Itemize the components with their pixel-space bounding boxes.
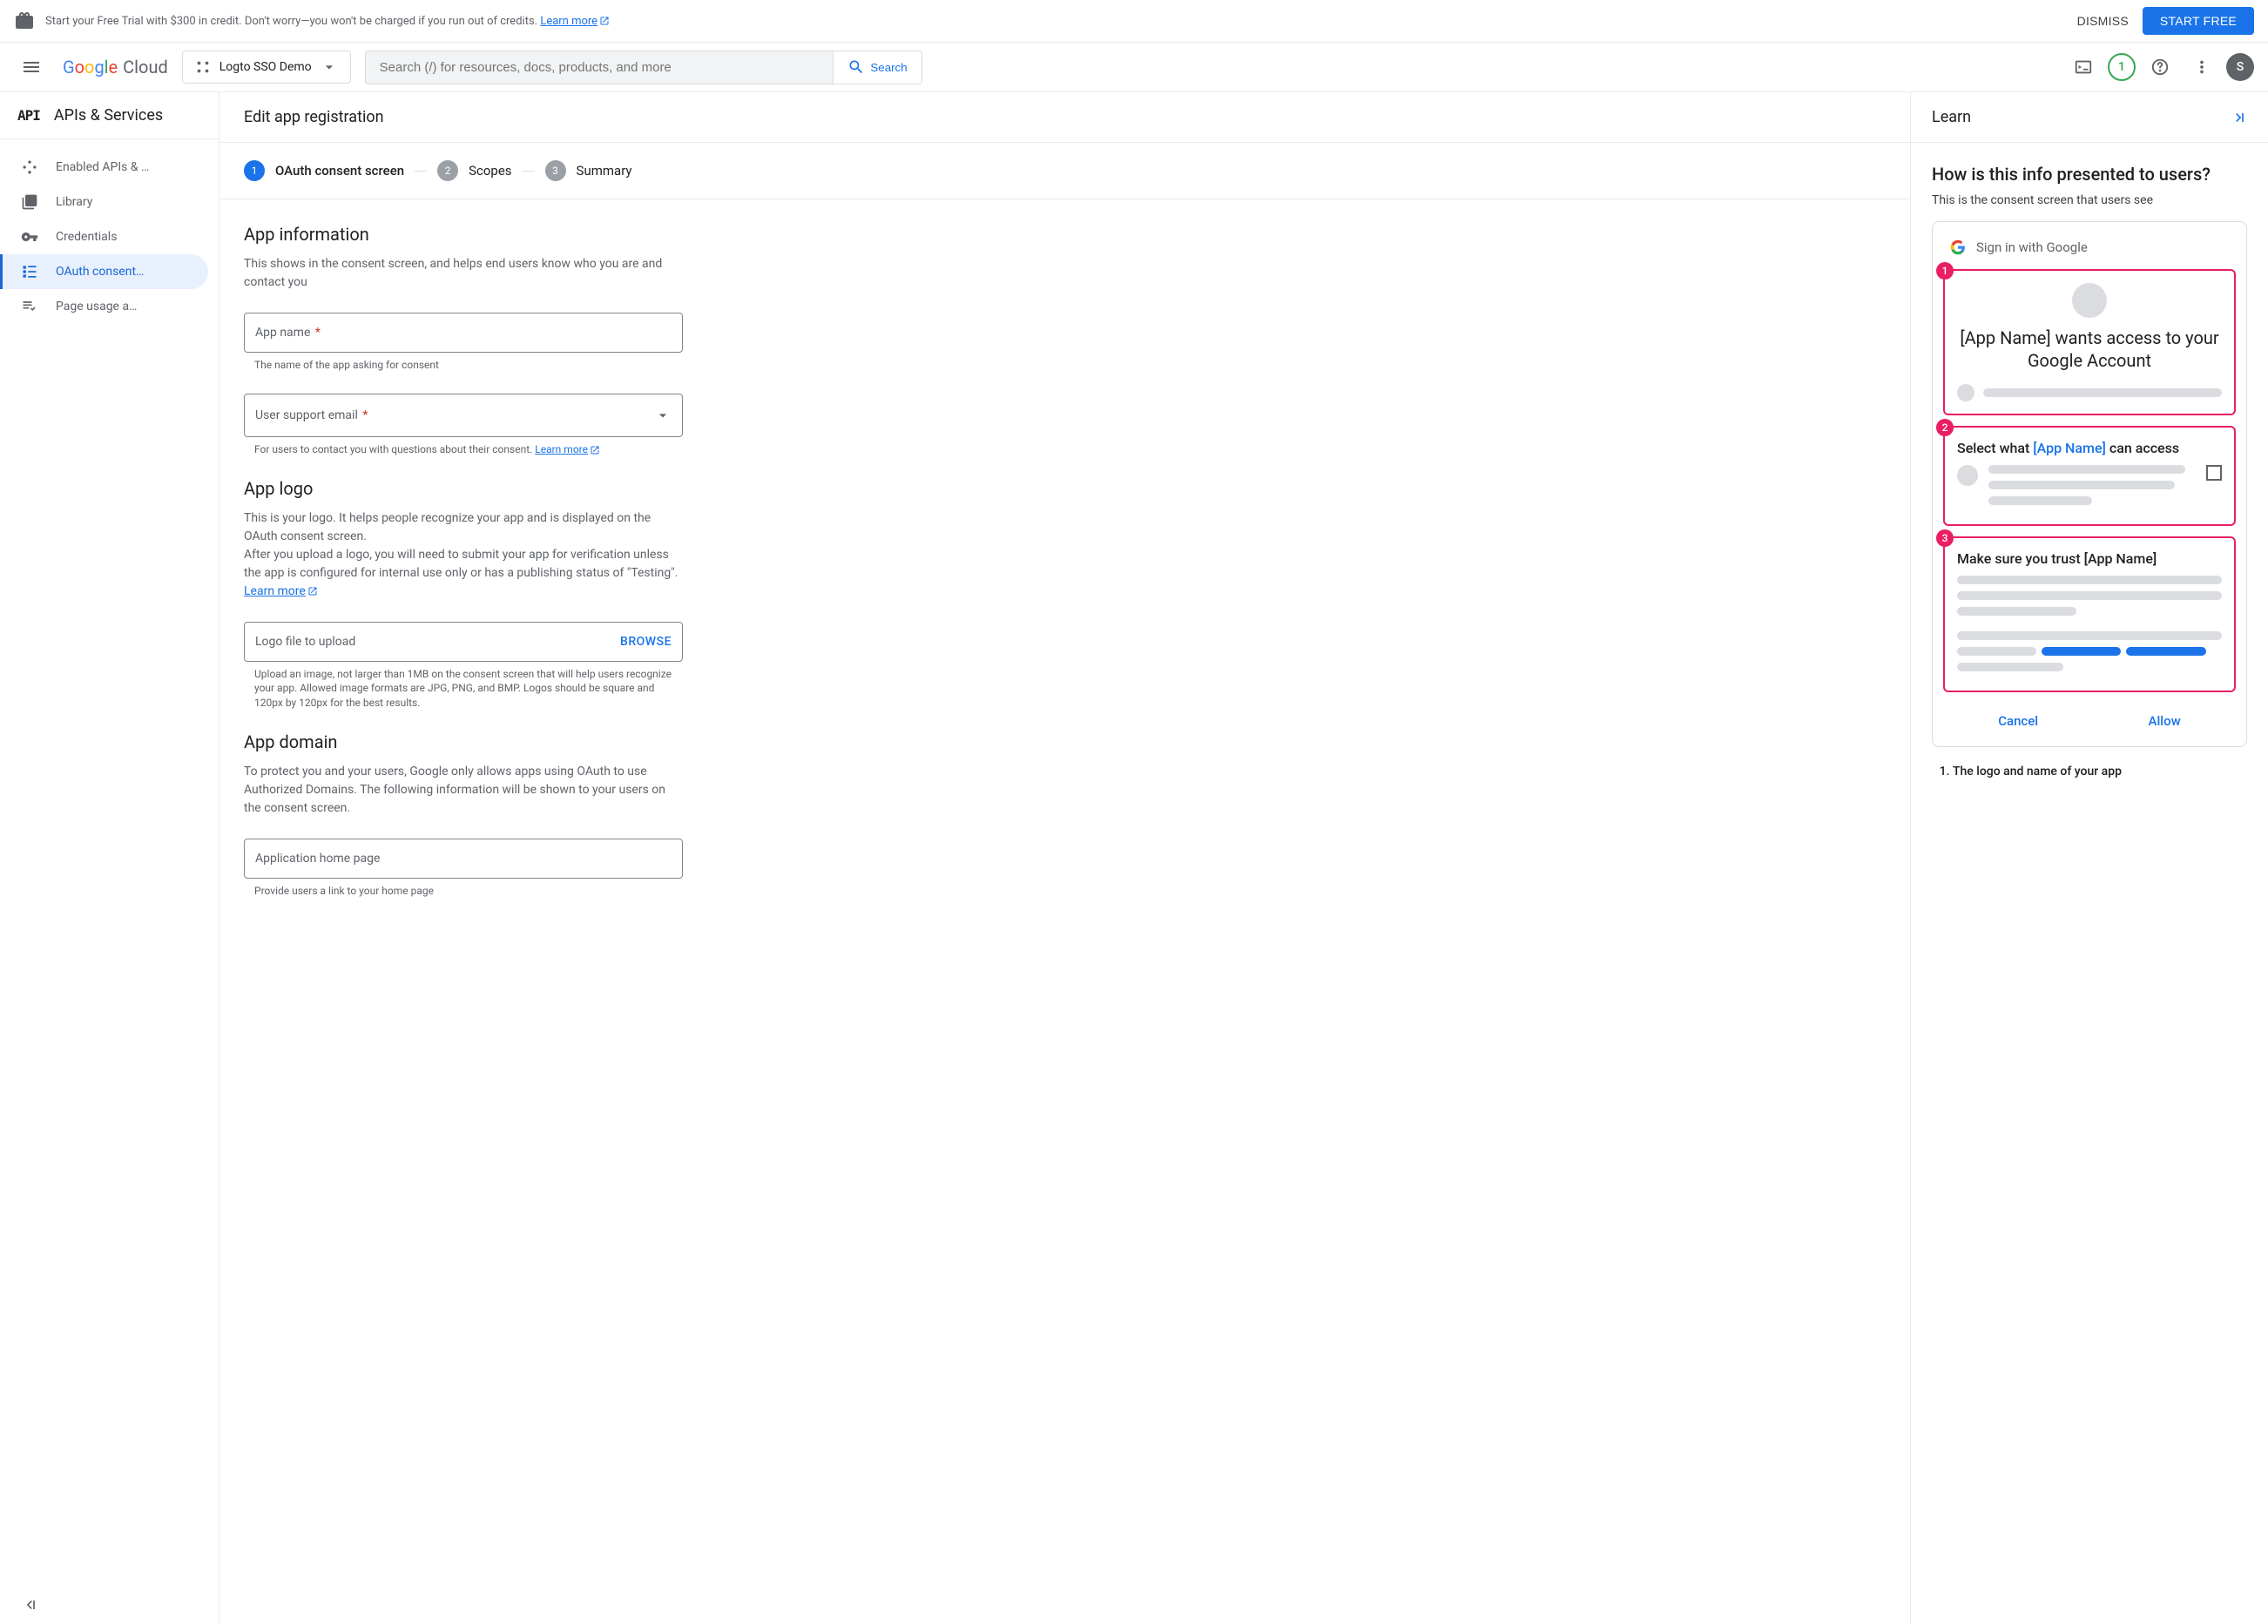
sidebar-collapse-button[interactable] (0, 1586, 219, 1624)
agreements-icon (21, 298, 38, 315)
homepage-helper: Provide users a link to your home page (244, 884, 683, 899)
browse-button[interactable]: BROWSE (620, 635, 672, 649)
logo-upload-input[interactable]: Logo file to upload BROWSE (244, 622, 683, 662)
step-summary[interactable]: 3 Summary (545, 160, 632, 181)
project-name: Logto SSO Demo (219, 60, 312, 74)
api-logo-icon: API (17, 107, 40, 124)
banner-text: Start your Free Trial with $300 in credi… (45, 15, 610, 28)
chevron-down-icon (654, 407, 672, 424)
avatar[interactable]: S (2226, 53, 2254, 81)
search-container: Search (365, 51, 922, 84)
library-icon (21, 193, 38, 211)
google-cloud-logo[interactable]: Google Cloud (63, 57, 168, 77)
hamburger-icon (21, 57, 42, 77)
app-logo-learn-more-link[interactable]: Learn more (244, 584, 318, 598)
app-info-title: App information (244, 224, 683, 245)
google-g-icon (1950, 239, 1966, 255)
terminal-icon (2074, 57, 2093, 77)
support-email-helper: For users to contact you with questions … (244, 442, 683, 457)
support-email-learn-more-link[interactable]: Learn more (535, 443, 600, 455)
preview-allow: Allow (2149, 713, 2181, 729)
learn-subtitle: This is the consent screen that users se… (1932, 193, 2247, 207)
dashboard-icon (21, 158, 38, 176)
sidebar-item-enabled-apis[interactable]: Enabled APIs & … (0, 150, 219, 185)
page-title: Edit app registration (219, 92, 1910, 143)
chevron-left-icon (21, 1596, 38, 1614)
consent-icon (21, 263, 38, 280)
app-name-helper: The name of the app asking for consent (244, 358, 683, 373)
support-email-select[interactable]: User support email * (244, 394, 683, 437)
search-icon (847, 58, 865, 76)
header-bar: Google Cloud Logto SSO Demo Search 1 S (0, 43, 2268, 92)
banner-learn-more-link[interactable]: Learn more (540, 15, 610, 28)
preview-card-2: 2 Select what [App Name] can access (1943, 426, 2236, 526)
trial-status-badge[interactable]: 1 (2108, 53, 2136, 81)
app-domain-title: App domain (244, 731, 683, 752)
more-vert-icon (2192, 57, 2211, 77)
sidebar-item-credentials[interactable]: Credentials (0, 219, 219, 254)
app-logo-title: App logo (244, 478, 683, 499)
gift-icon (14, 10, 35, 31)
help-button[interactable] (2143, 50, 2177, 84)
dismiss-button[interactable]: DISMISS (2077, 14, 2129, 28)
trial-banner: Start your Free Trial with $300 in credi… (0, 0, 2268, 43)
learn-list: The logo and name of your app (1932, 765, 2247, 778)
learn-collapse-button[interactable] (2230, 109, 2247, 126)
more-options-button[interactable] (2184, 50, 2219, 84)
cloud-shell-button[interactable] (2066, 50, 2101, 84)
sidebar-item-page-usage[interactable]: Page usage a… (0, 289, 219, 324)
app-domain-desc: To protect you and your users, Google on… (244, 763, 683, 818)
consent-preview: Sign in with Google 1 [App Name] wants a… (1932, 221, 2247, 747)
project-icon (195, 59, 211, 75)
sidebar: API APIs & Services Enabled APIs & … Lib… (0, 92, 219, 1624)
homepage-input[interactable]: Application home page (244, 839, 683, 879)
logo-upload-helper: Upload an image, not larger than 1MB on … (244, 667, 683, 711)
preview-card-3: 3 Make sure you trust [App Name] (1943, 536, 2236, 692)
preview-cancel: Cancel (1998, 713, 2038, 729)
sidebar-item-oauth-consent[interactable]: OAuth consent… (0, 254, 208, 289)
step-scopes[interactable]: 2 Scopes (437, 160, 511, 181)
search-input[interactable] (366, 51, 834, 84)
sidebar-title[interactable]: API APIs & Services (0, 92, 219, 139)
nav-menu-button[interactable] (14, 50, 49, 84)
preview-card-1: 1 [App Name] wants access to your Google… (1943, 269, 2236, 415)
key-icon (21, 228, 38, 246)
stepper: 1 OAuth consent screen 2 Scopes 3 Summar… (219, 143, 1910, 199)
sidebar-item-library[interactable]: Library (0, 185, 219, 219)
help-icon (2150, 57, 2170, 77)
app-info-desc: This shows in the consent screen, and he… (244, 255, 683, 292)
learn-heading: How is this info presented to users? (1932, 164, 2247, 185)
chevron-down-icon (321, 58, 338, 76)
step-oauth-consent[interactable]: 1 OAuth consent screen (244, 160, 404, 181)
search-button[interactable]: Search (833, 51, 921, 84)
app-name-input[interactable]: App name * (244, 313, 683, 353)
start-free-button[interactable]: START FREE (2143, 7, 2254, 35)
chevron-right-bar-icon (2230, 109, 2247, 126)
learn-title: Learn (1932, 108, 1971, 126)
form-panel: Edit app registration 1 OAuth consent sc… (219, 92, 1911, 1624)
learn-panel: Learn How is this info presented to user… (1911, 92, 2268, 1624)
app-logo-desc: This is your logo. It helps people recog… (244, 509, 683, 601)
project-picker[interactable]: Logto SSO Demo (182, 51, 351, 84)
